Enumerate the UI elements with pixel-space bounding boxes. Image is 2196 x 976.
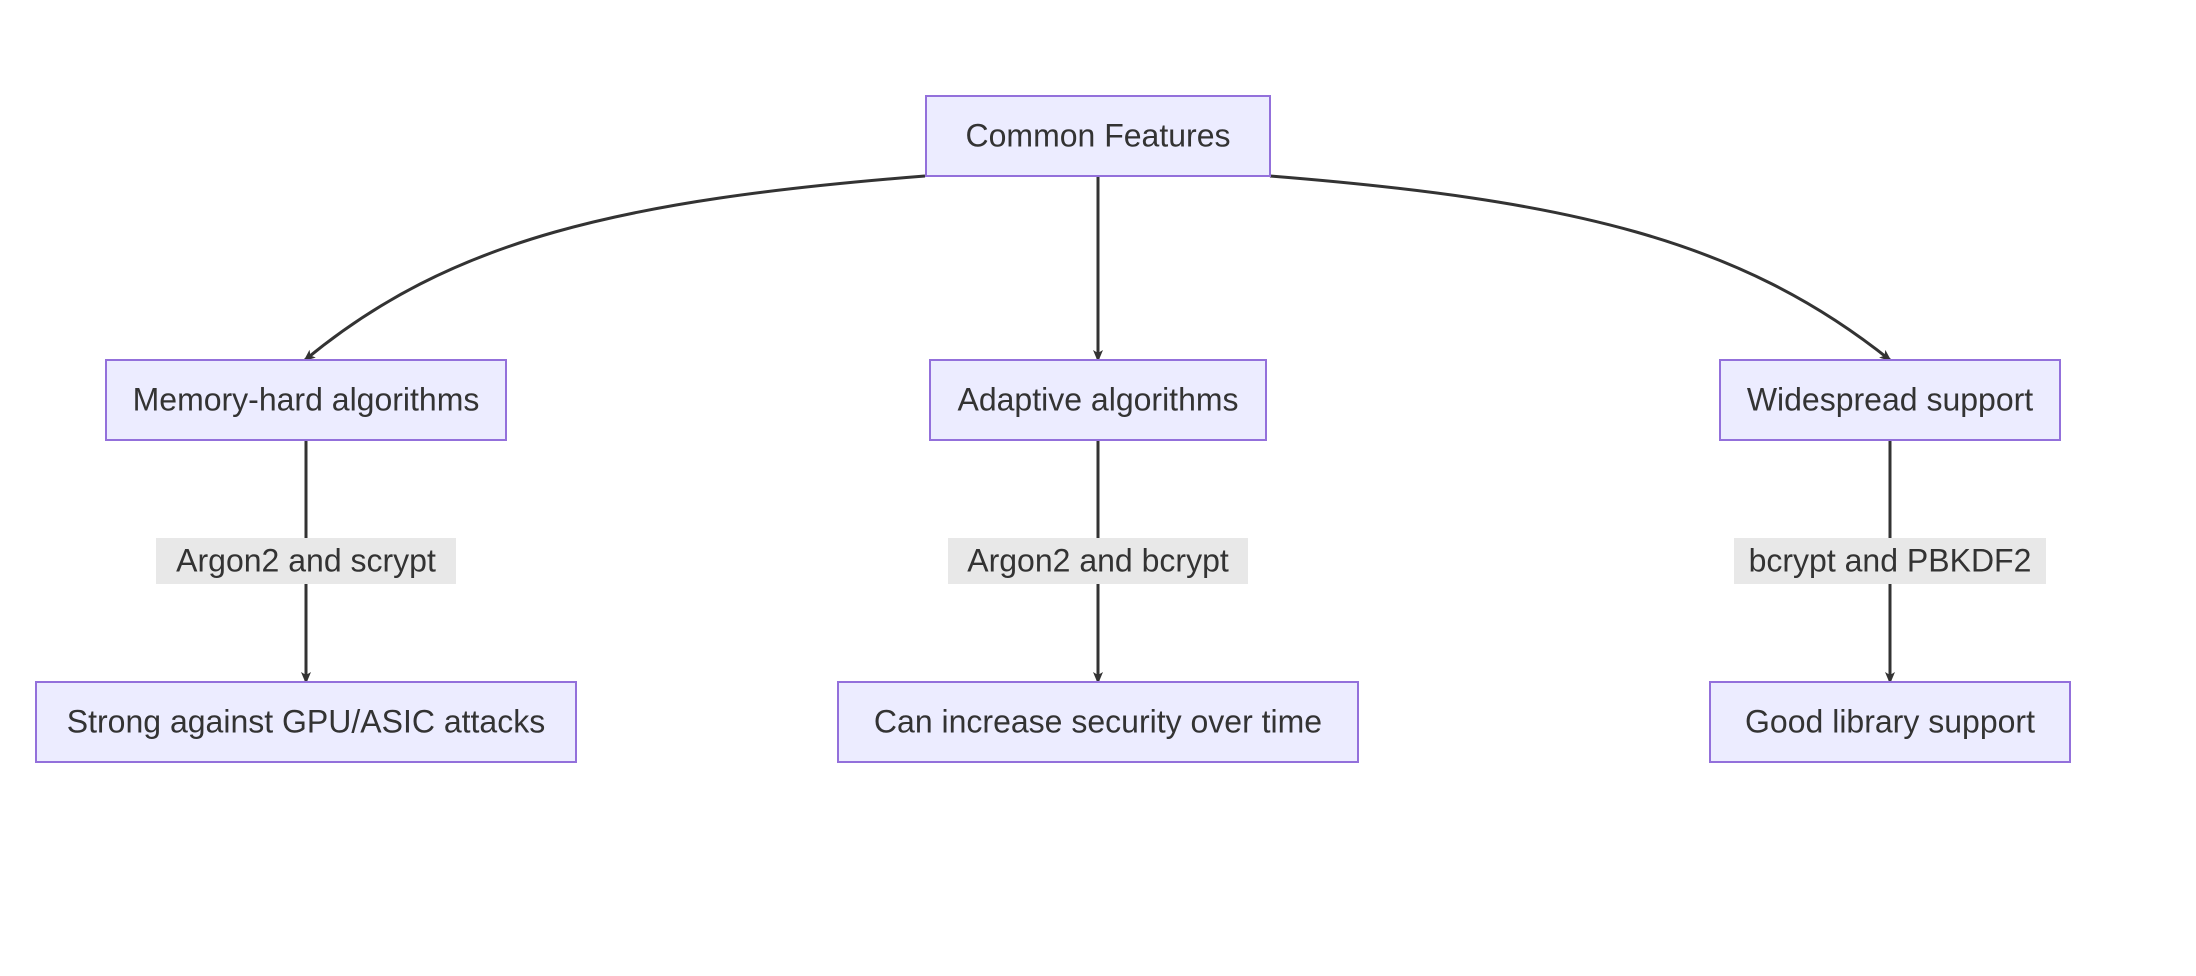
edge-label-adaptive: Argon2 and bcrypt <box>948 538 1248 584</box>
svg-text:bcrypt and PBKDF2: bcrypt and PBKDF2 <box>1749 542 2032 578</box>
node-common-features: Common Features <box>926 96 1270 176</box>
node-adaptive: Adaptive algorithms <box>930 360 1266 440</box>
svg-text:Can increase security over tim: Can increase security over time <box>874 703 1322 739</box>
svg-text:Strong against GPU/ASIC attack: Strong against GPU/ASIC attacks <box>67 703 545 739</box>
node-gpu-asic: Strong against GPU/ASIC attacks <box>36 682 576 762</box>
svg-text:Adaptive algorithms: Adaptive algorithms <box>957 381 1238 417</box>
node-widespread: Widespread support <box>1720 360 2060 440</box>
svg-text:Common Features: Common Features <box>966 117 1231 153</box>
edge-root-widespread <box>1270 176 1890 360</box>
svg-text:Memory-hard algorithms: Memory-hard algorithms <box>133 381 480 417</box>
edge-label-widespread: bcrypt and PBKDF2 <box>1734 538 2046 584</box>
edge-root-memory <box>305 176 925 360</box>
diagram-svg: Argon2 and scrypt Argon2 and bcrypt bcry… <box>0 0 2196 976</box>
node-security-over-time: Can increase security over time <box>838 682 1358 762</box>
svg-text:Argon2 and scrypt: Argon2 and scrypt <box>176 542 436 578</box>
node-memory-hard: Memory-hard algorithms <box>106 360 506 440</box>
svg-text:Good library support: Good library support <box>1745 703 2035 739</box>
edge-label-memory: Argon2 and scrypt <box>156 538 456 584</box>
svg-text:Argon2 and bcrypt: Argon2 and bcrypt <box>967 542 1229 578</box>
svg-text:Widespread support: Widespread support <box>1747 381 2033 417</box>
node-library-support: Good library support <box>1710 682 2070 762</box>
